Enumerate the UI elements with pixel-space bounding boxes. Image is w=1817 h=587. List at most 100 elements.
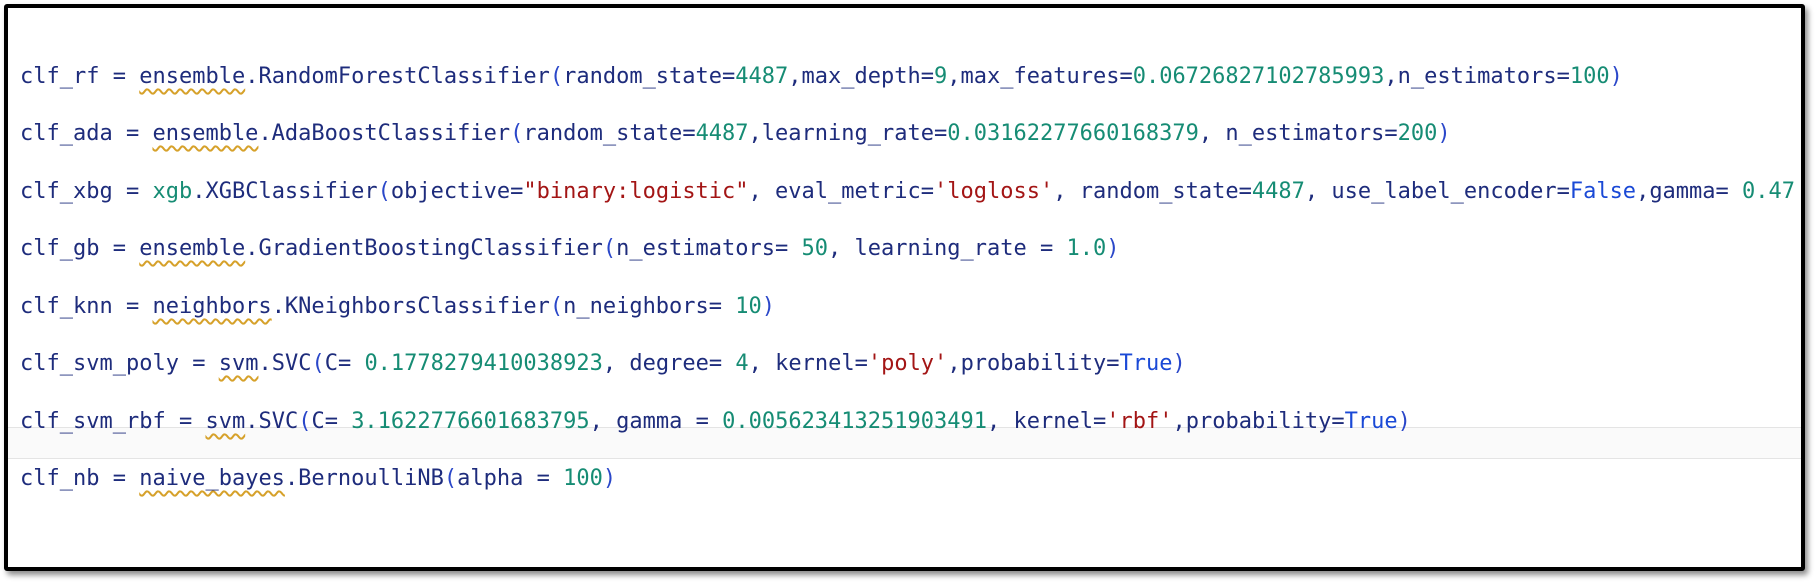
- code-token-cls: .SVC: [245, 409, 299, 434]
- code-token-op: ,: [748, 351, 776, 376]
- code-token-kw: C: [324, 351, 338, 376]
- code-token-op: ,: [1198, 121, 1226, 146]
- code-token-op: =: [1715, 179, 1743, 204]
- code-token-num: 0.47: [1742, 179, 1796, 204]
- code-token-op: =: [99, 236, 140, 261]
- code-token-str: 'poly': [867, 351, 948, 376]
- code-token-paren: ): [1397, 409, 1411, 434]
- code-token-var: clf_ada: [20, 121, 113, 146]
- code-token-op: ,: [1172, 409, 1186, 434]
- code-token-bool: True: [1119, 351, 1173, 376]
- code-token-num: 4487: [695, 121, 749, 146]
- code-token-mod: ensemble: [139, 64, 246, 89]
- code-token-kw: learning_rate: [854, 236, 1027, 261]
- code-token-op: =: [510, 179, 524, 204]
- code-token-kw: n_estimators: [1397, 64, 1557, 89]
- code-token-op: ,: [788, 64, 802, 89]
- code-token-op: =: [933, 121, 948, 146]
- code-token-op: =: [854, 351, 868, 376]
- code-token-op: =: [1092, 409, 1107, 434]
- code-token-op: =: [920, 179, 934, 204]
- code-editor[interactable]: clf_rf = ensemble.RandomForestClassifier…: [20, 8, 1801, 567]
- code-token-op: ,: [828, 236, 855, 261]
- code-token-num: 4: [735, 351, 749, 376]
- code-token-var: clf_svm_poly: [20, 351, 179, 376]
- code-line-8[interactable]: clf_nb = naive_bayes.BernoulliNB(alpha =…: [20, 462, 616, 496]
- code-token-kw: objective: [390, 179, 511, 204]
- code-token-paren: (: [602, 236, 617, 261]
- code-line-1[interactable]: clf_rf = ensemble.RandomForestClassifier…: [20, 60, 1623, 94]
- code-token-mod: naive_bayes: [139, 466, 285, 491]
- code-token-cls: .SVC: [258, 351, 312, 376]
- code-token-op: ,: [1636, 179, 1650, 204]
- code-line-3[interactable]: clf_xbg = xgb.XGBClassifier(objective="b…: [20, 175, 1795, 209]
- code-line-5[interactable]: clf_knn = neighbors.KNeighborsClassifier…: [20, 290, 775, 324]
- code-token-paren: ): [1609, 64, 1623, 89]
- code-token-op: =: [112, 121, 153, 146]
- code-token-paren: (: [377, 179, 391, 204]
- code-token-op: =: [1556, 64, 1570, 89]
- code-token-op: =: [1106, 351, 1120, 376]
- code-token-paren: ): [602, 466, 617, 491]
- code-token-num: 9: [934, 64, 948, 89]
- code-token-xgb: xgb: [152, 179, 193, 204]
- code-token-paren: ): [761, 294, 776, 319]
- code-token-kw: kernel: [775, 351, 855, 376]
- code-token-kw: alpha: [457, 466, 524, 491]
- code-token-paren: ): [1437, 121, 1451, 146]
- code-token-op: ,: [1384, 64, 1398, 89]
- code-token-mod: svm: [205, 409, 246, 434]
- code-token-num: 200: [1397, 121, 1438, 146]
- code-token-op: =: [1026, 236, 1067, 261]
- code-token-op: ,: [602, 351, 630, 376]
- code-token-paren: (: [549, 294, 564, 319]
- code-token-kw: gamma: [1649, 179, 1716, 204]
- code-token-op: =: [178, 351, 219, 376]
- code-token-kw: n_estimators: [616, 236, 776, 261]
- code-token-op: =: [1331, 409, 1345, 434]
- code-token-num: 0.005623413251903491: [722, 409, 987, 434]
- code-token-kw: n_estimators: [1225, 121, 1385, 146]
- code-token-paren: (: [549, 64, 564, 89]
- code-token-op: =: [112, 179, 153, 204]
- code-token-num: 1.0: [1066, 236, 1107, 261]
- code-token-op: ,: [1304, 179, 1332, 204]
- code-token-kw: C: [311, 409, 325, 434]
- code-token-kw: eval_metric: [775, 179, 921, 204]
- code-token-kw: learning_rate: [761, 121, 934, 146]
- code-token-op: =: [1238, 179, 1252, 204]
- code-token-op: =: [1384, 121, 1398, 146]
- code-token-op: ,: [947, 64, 961, 89]
- code-token-kw: n_neighbors: [563, 294, 709, 319]
- code-token-kw: random_state: [523, 121, 683, 146]
- code-line-7[interactable]: clf_svm_rbf = svm.SVC(C= 3.1622776601683…: [20, 405, 1411, 439]
- code-token-op: =: [1119, 64, 1133, 89]
- code-token-num: 4487: [1251, 179, 1305, 204]
- code-token-var: clf_rf: [20, 64, 100, 89]
- code-token-op: =: [708, 294, 736, 319]
- code-token-op: =: [523, 466, 564, 491]
- code-line-6[interactable]: clf_svm_poly = svm.SVC(C= 0.177827941003…: [20, 347, 1186, 381]
- code-token-op: =: [112, 294, 153, 319]
- code-token-op: ,: [987, 409, 1014, 434]
- code-line-2[interactable]: clf_ada = ensemble.AdaBoostClassifier(ra…: [20, 117, 1451, 151]
- code-token-op: ,: [748, 179, 776, 204]
- code-token-mod: neighbors: [152, 294, 272, 319]
- code-token-mod: ensemble: [152, 121, 259, 146]
- code-token-op: =: [722, 64, 736, 89]
- code-token-mod: ensemble: [139, 236, 246, 261]
- code-token-op: =: [708, 351, 736, 376]
- code-token-var: clf_nb: [20, 466, 100, 491]
- code-token-op: ,: [947, 351, 961, 376]
- code-token-kw: max_features: [960, 64, 1120, 89]
- code-token-paren: (: [510, 121, 524, 146]
- code-token-str: 'rbf': [1106, 409, 1173, 434]
- code-editor-window: clf_rf = ensemble.RandomForestClassifier…: [4, 4, 1805, 571]
- code-line-4[interactable]: clf_gb = ensemble.GradientBoostingClassi…: [20, 232, 1119, 266]
- code-token-op: =: [99, 466, 140, 491]
- code-token-op: =: [99, 64, 140, 89]
- code-token-kw: probability: [960, 351, 1107, 376]
- code-token-var: clf_gb: [20, 236, 100, 261]
- code-token-kw: random_state: [1079, 179, 1239, 204]
- code-token-cls: .XGBClassifier: [192, 179, 378, 204]
